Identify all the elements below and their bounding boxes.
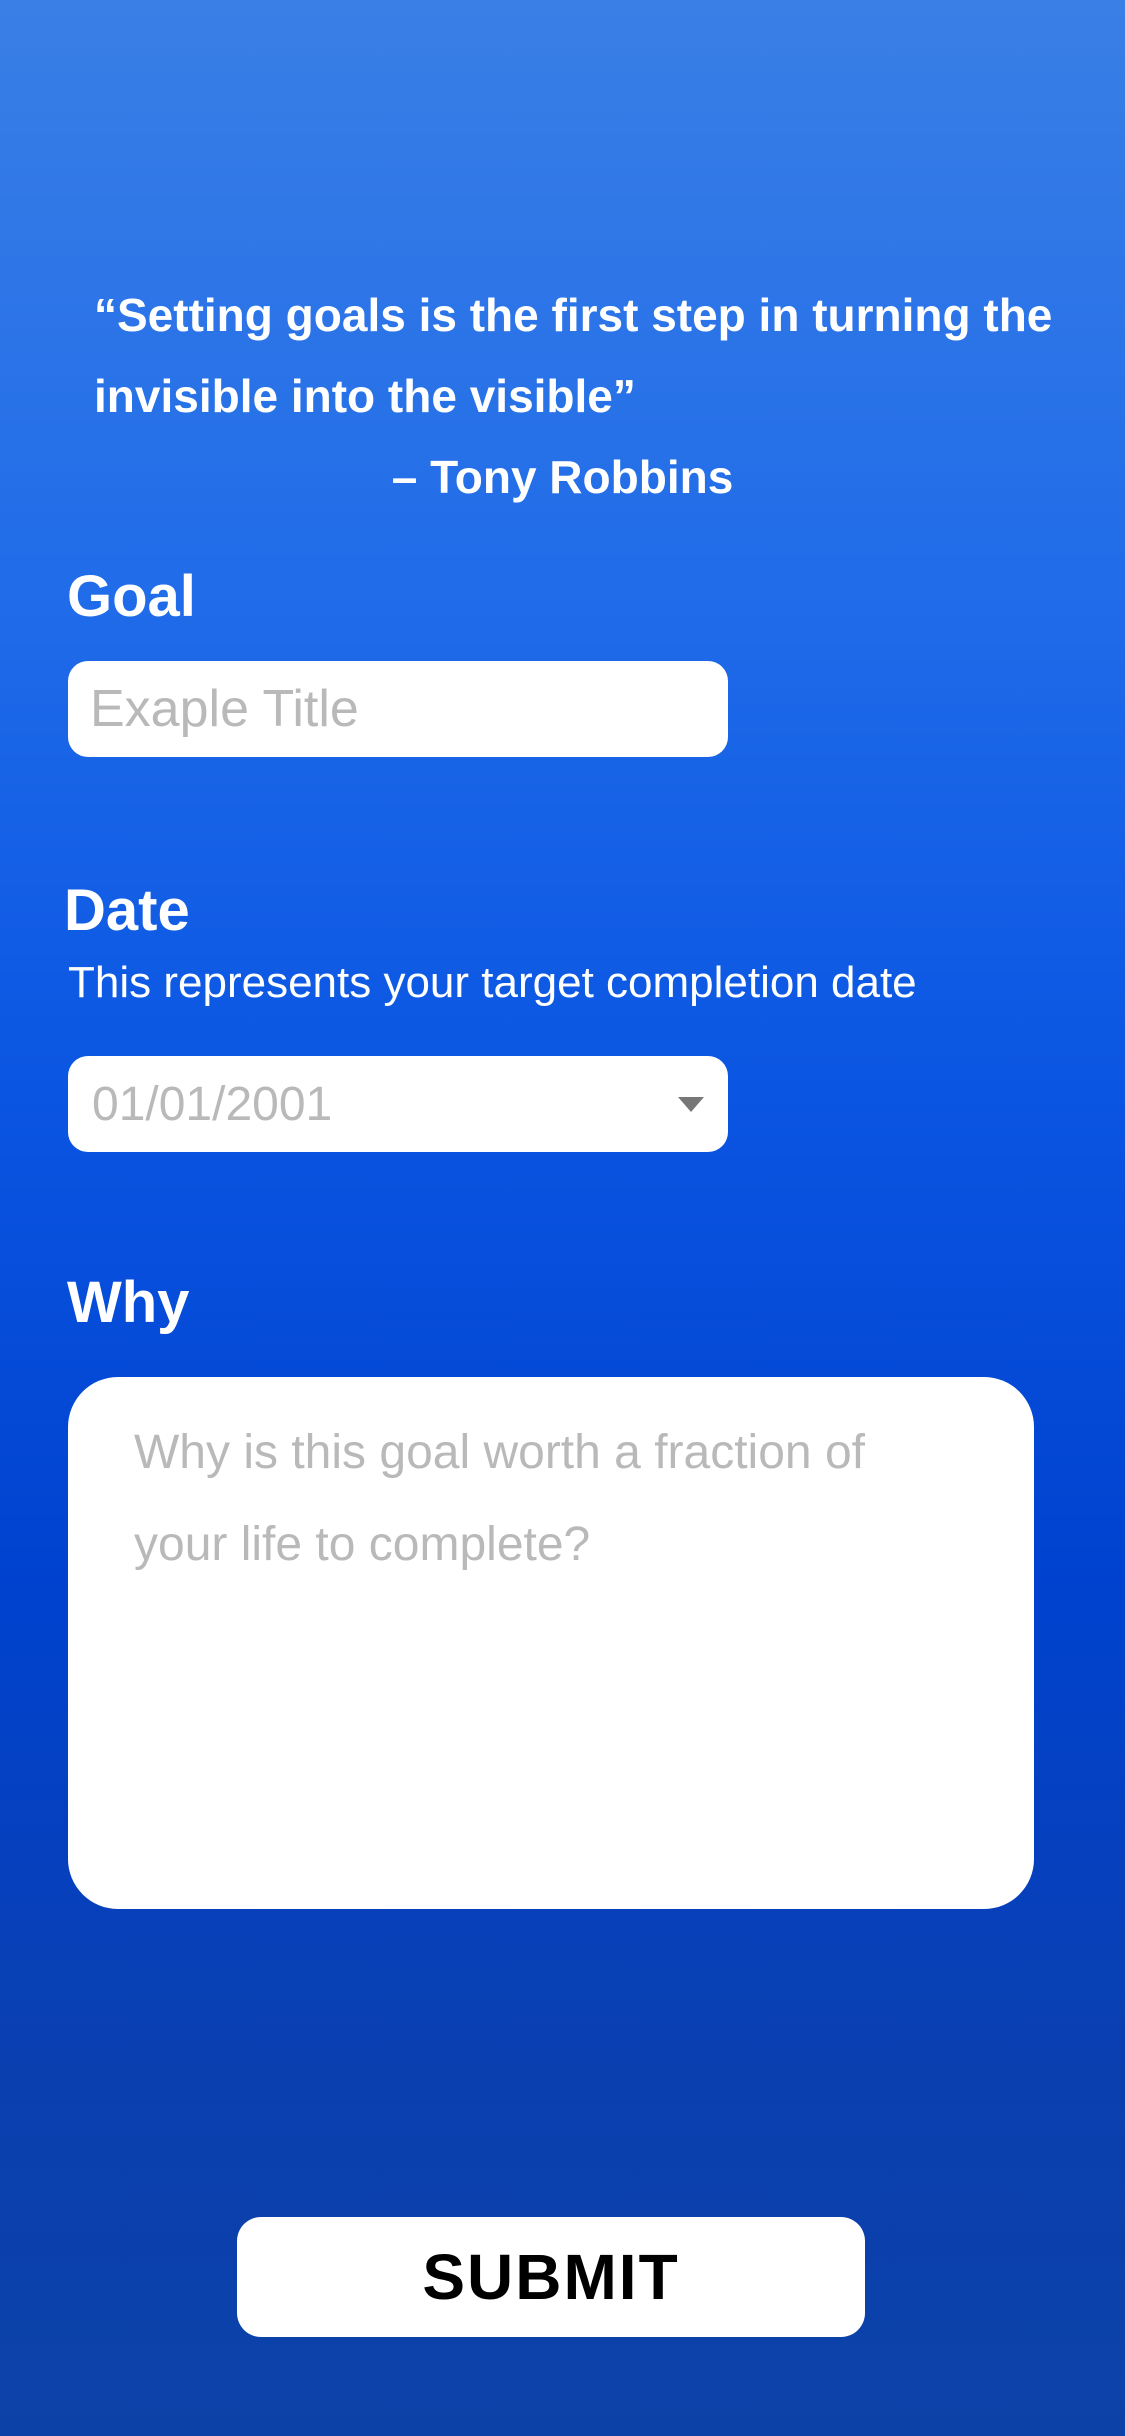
date-select[interactable]: 01/01/2001 [68, 1056, 728, 1152]
why-textarea[interactable] [68, 1377, 1034, 1909]
date-label: Date [64, 878, 190, 943]
quote-author: – Tony Robbins [0, 437, 1125, 518]
date-value: 01/01/2001 [92, 1077, 333, 1131]
why-label: Why [67, 1270, 190, 1335]
goal-label: Goal [67, 564, 196, 629]
date-description: This represents your target completion d… [68, 958, 917, 1007]
goal-title-input[interactable] [68, 661, 728, 757]
caret-down-icon [678, 1096, 704, 1112]
submit-button[interactable]: SUBMIT [237, 2217, 865, 2337]
quote-author-name: – Tony Robbins [391, 451, 734, 503]
quote-text: “Setting goals is the first step in turn… [94, 289, 1053, 422]
